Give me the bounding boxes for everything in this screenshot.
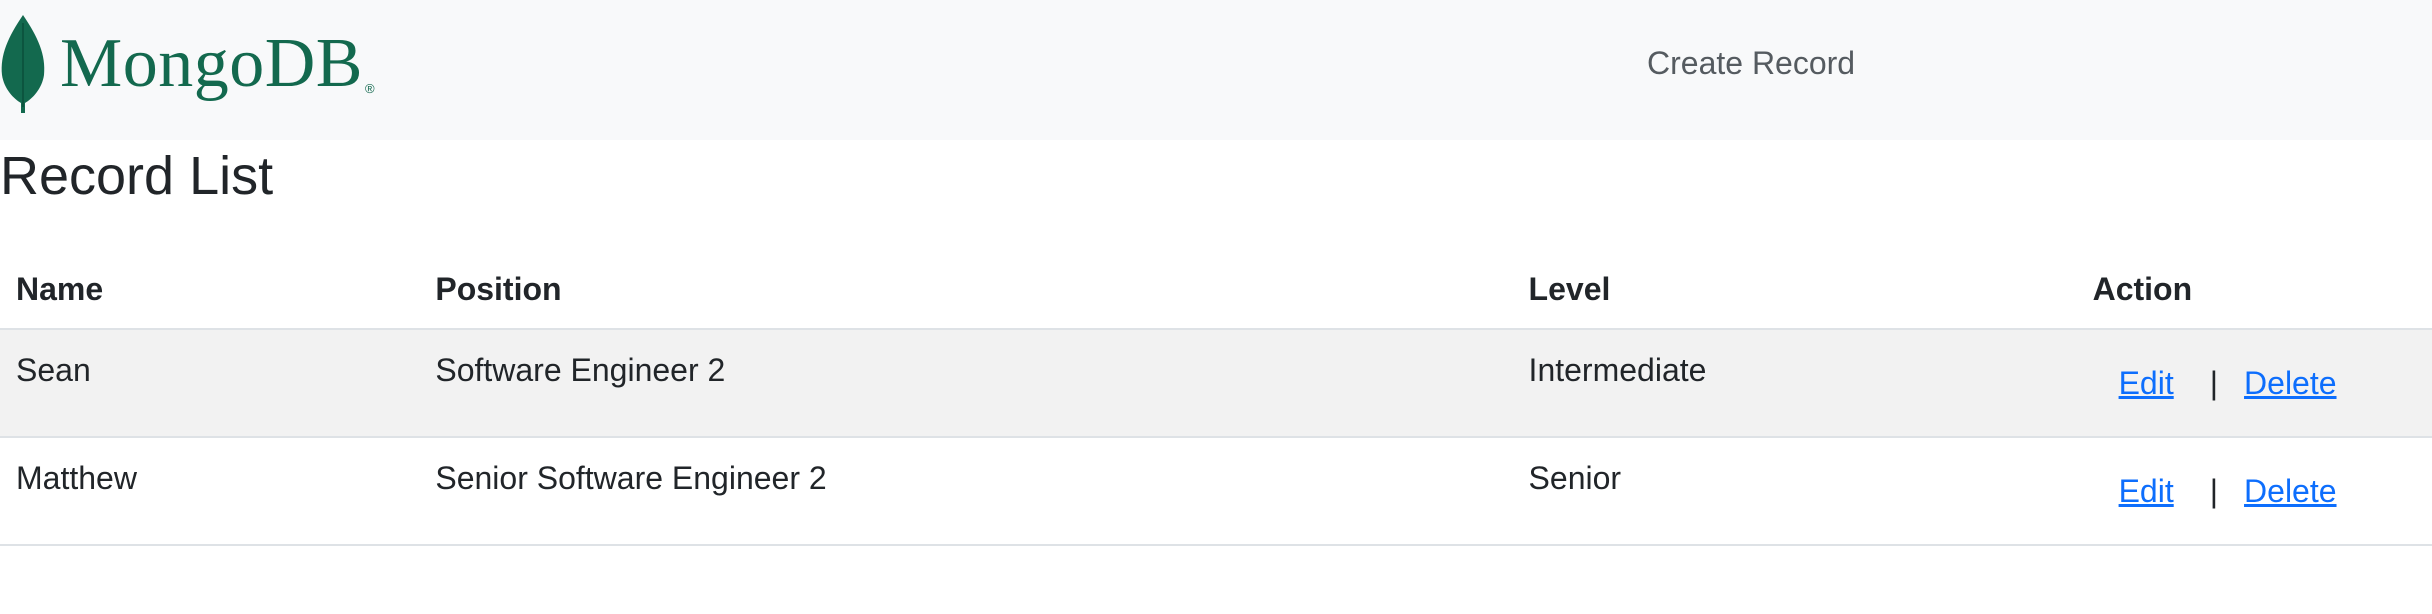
header-action: Action: [2076, 250, 2432, 330]
edit-link[interactable]: Edit: [2119, 472, 2174, 510]
navbar: MongoDB ® Create Record: [0, 0, 2432, 140]
cell-position: Software Engineer 2: [419, 329, 1513, 438]
record-level: Intermediate: [1528, 352, 1707, 388]
action-group: Edit | Delete: [2093, 438, 2432, 510]
record-level: Senior: [1528, 460, 1622, 496]
delete-button[interactable]: Delete: [2244, 364, 2337, 402]
table-row: Matthew Senior Software Engineer 2 Senio…: [0, 437, 2432, 546]
action-group: Edit | Delete: [2093, 330, 2432, 402]
brand-logo-link[interactable]: MongoDB ®: [0, 12, 375, 116]
record-name: Matthew: [16, 460, 137, 496]
table-body: Sean Software Engineer 2 Intermediate Ed…: [0, 329, 2432, 546]
delete-button[interactable]: Delete: [2244, 472, 2337, 510]
page-title: Record List: [0, 146, 274, 206]
action-separator: |: [2209, 364, 2219, 401]
header-level: Level: [1512, 250, 2077, 330]
header-name: Name: [0, 250, 420, 330]
action-separator: |: [2209, 472, 2219, 509]
record-table: Name Position Level Action Sean Software…: [0, 250, 2432, 546]
cell-position: Senior Software Engineer 2: [419, 437, 1513, 546]
record-name: Sean: [16, 352, 91, 388]
header-row: Name Position Level Action: [0, 250, 2432, 330]
mongodb-leaf-icon: [1, 15, 45, 113]
create-record-link[interactable]: Create Record: [1647, 44, 1855, 82]
cell-level: Intermediate: [1512, 329, 2077, 438]
cell-level: Senior: [1512, 437, 2077, 546]
cell-action: Edit | Delete: [2076, 437, 2432, 546]
registered-mark: ®: [364, 81, 375, 96]
record-position: Senior Software Engineer 2: [435, 460, 827, 496]
cell-name: Sean: [0, 329, 420, 438]
cell-name: Matthew: [0, 437, 420, 546]
table-row: Sean Software Engineer 2 Intermediate Ed…: [0, 329, 2432, 438]
header-position: Position: [419, 250, 1513, 330]
edit-link[interactable]: Edit: [2119, 364, 2174, 402]
cell-action: Edit | Delete: [2076, 329, 2432, 438]
brand-name: MongoDB: [60, 25, 363, 102]
table-header: Name Position Level Action: [0, 250, 2432, 330]
record-position: Software Engineer 2: [435, 352, 726, 388]
